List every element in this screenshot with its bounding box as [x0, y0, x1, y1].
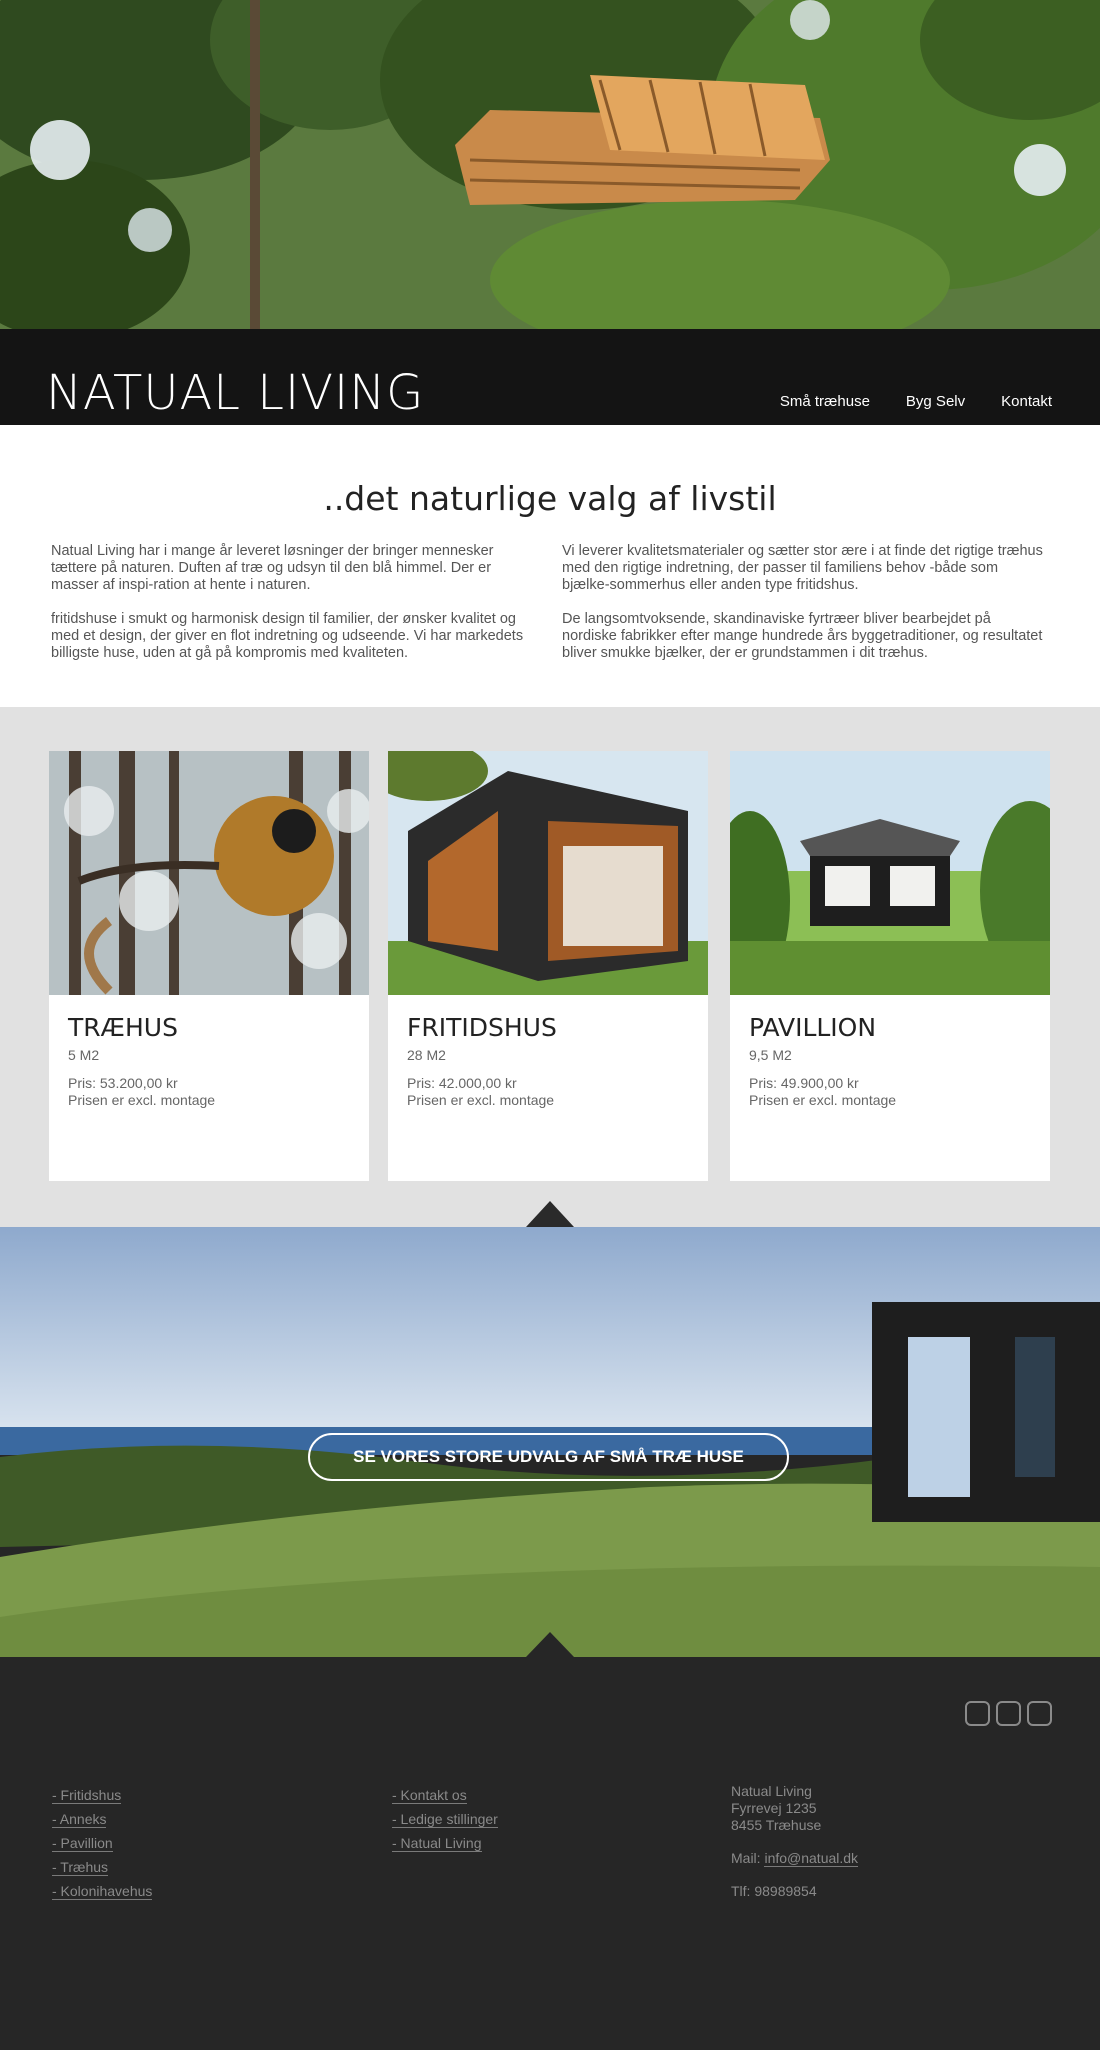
mail-link[interactable]: info@natual.dk: [764, 1850, 859, 1867]
social-links: [965, 1701, 1052, 1726]
product-price: Pris: 42.000,00 kr: [407, 1075, 517, 1091]
site-footer: - Fritidshus - Anneks - Pavillion - Træh…: [0, 1657, 1100, 2050]
intro-column-right: Vi leverer kvalitetsmaterialer og sætter…: [562, 543, 1047, 662]
footer-address: Natual Living Fyrrevej 1235 8455 Træhuse…: [731, 1783, 859, 1900]
product-image-fritidshus: [388, 751, 708, 995]
intro-heading: ..det naturlige valg af livstil: [323, 479, 777, 518]
footer-link-natual-living[interactable]: - Natual Living: [392, 1835, 482, 1852]
nav-item-sma-traehuse[interactable]: Små træhuse: [780, 393, 870, 410]
main-nav: Små træhuse Byg Selv Kontakt: [780, 393, 1052, 410]
product-card-fritidshus[interactable]: FRITIDSHUS 28 M2 Pris: 42.000,00 kr Pris…: [388, 751, 708, 1181]
footer-links-company: - Kontakt os - Ledige stillinger - Natua…: [392, 1783, 498, 1855]
product-image-pavillion: [730, 751, 1050, 995]
products-section: TRÆHUS 5 M2 Pris: 53.200,00 kr Prisen er…: [0, 707, 1100, 1227]
product-size: 5 M2: [68, 1047, 100, 1063]
footer-links-products: - Fritidshus - Anneks - Pavillion - Træh…: [52, 1783, 153, 1903]
company-city: 8455 Træhuse: [731, 1817, 822, 1833]
site-logo[interactable]: NATUAL LIVING: [46, 365, 424, 421]
product-card-traehus[interactable]: TRÆHUS 5 M2 Pris: 53.200,00 kr Prisen er…: [49, 751, 369, 1181]
footer-link-kolonihavehus[interactable]: - Kolonihavehus: [52, 1883, 153, 1900]
footer-link-kontakt-os[interactable]: - Kontakt os: [392, 1787, 467, 1804]
company-street: Fyrrevej 1235: [731, 1800, 817, 1816]
nav-item-byg-selv[interactable]: Byg Selv: [906, 393, 965, 410]
footer-link-pavillion[interactable]: - Pavillion: [52, 1835, 113, 1852]
footer-link-anneks[interactable]: - Anneks: [52, 1811, 107, 1828]
intro-column-left: Natual Living har i mange år leveret løs…: [51, 543, 536, 662]
pinterest-icon[interactable]: [996, 1701, 1021, 1726]
product-image-traehus: [49, 751, 369, 995]
intro-paragraph: Natual Living har i mange år leveret løs…: [51, 543, 494, 593]
product-price-note: Prisen er excl. montage: [68, 1092, 216, 1108]
footer-link-traehus[interactable]: - Træhus: [52, 1859, 109, 1876]
intro-section: ..det naturlige valg af livstil Natual L…: [0, 425, 1100, 707]
product-price: Pris: 53.200,00 kr: [68, 1075, 178, 1091]
intro-paragraph: Vi leverer kvalitetsmaterialer og sætter…: [562, 543, 1043, 593]
company-name: Natual Living: [731, 1783, 812, 1799]
scroll-up-icon[interactable]: [526, 1632, 574, 1657]
company-phone: Tlf: 98989854: [731, 1883, 817, 1899]
footer-link-ledige-stillinger[interactable]: - Ledige stillinger: [392, 1811, 498, 1828]
mail-label: Mail:: [731, 1850, 765, 1866]
intro-paragraph: De langsomtvoksende, skandinaviske fyrtr…: [562, 611, 1043, 661]
company-mail: Mail: info@natual.dk: [731, 1850, 859, 1867]
product-card-pavillion[interactable]: PAVILLION 9,5 M2 Pris: 49.900,00 kr Pris…: [730, 751, 1050, 1181]
product-name: PAVILLION: [749, 1013, 877, 1042]
intro-paragraph: fritidshuse i smukt og harmonisk design …: [51, 611, 524, 661]
hero-image: [0, 0, 1100, 329]
product-price: Pris: 49.900,00 kr: [749, 1075, 859, 1091]
instagram-icon[interactable]: [1027, 1701, 1052, 1726]
scroll-up-icon[interactable]: [526, 1201, 574, 1227]
product-price-note: Prisen er excl. montage: [407, 1092, 555, 1108]
product-name: FRITIDSHUS: [407, 1013, 557, 1042]
site-header: NATUAL LIVING Små træhuse Byg Selv Konta…: [0, 329, 1100, 425]
product-size: 28 M2: [407, 1047, 446, 1063]
product-price-note: Prisen er excl. montage: [749, 1092, 897, 1108]
product-name: TRÆHUS: [68, 1013, 178, 1042]
nav-item-kontakt[interactable]: Kontakt: [1001, 393, 1052, 410]
product-size: 9,5 M2: [749, 1047, 792, 1063]
facebook-icon[interactable]: [965, 1701, 990, 1726]
browse-houses-button[interactable]: SE VORES STORE UDVALG AF SMÅ TRÆ HUSE: [308, 1433, 789, 1481]
footer-link-fritidshus[interactable]: - Fritidshus: [52, 1787, 122, 1804]
